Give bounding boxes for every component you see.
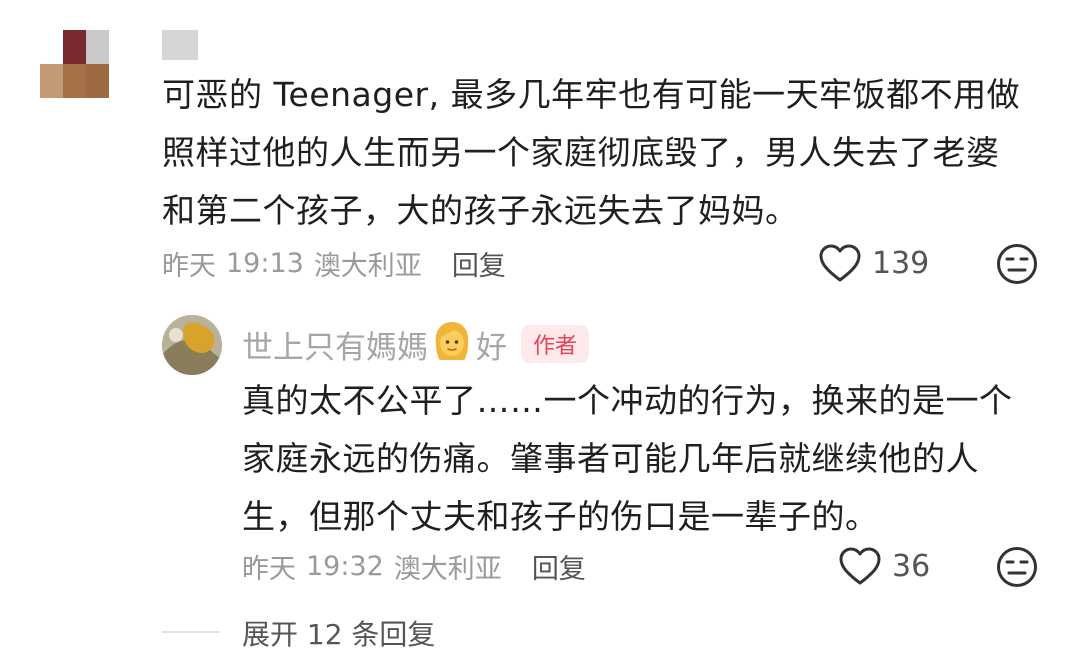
comment-text-line: 可恶的 Teenager, 最多几年牢也有可能一天牢饭都不用做 bbox=[162, 75, 1021, 114]
comment-region: 澳大利亚 bbox=[313, 251, 422, 282]
commenter-username-redacted[interactable] bbox=[162, 30, 198, 60]
reply-author-name[interactable]: 世上只有媽媽 bbox=[242, 322, 428, 367]
heart-outline-icon bbox=[819, 244, 861, 282]
neutral-face-icon bbox=[997, 244, 1037, 284]
commenter-avatar[interactable] bbox=[40, 30, 132, 98]
heart-outline-icon bbox=[839, 547, 881, 585]
reply-to-reply-button[interactable]: 回复 bbox=[532, 547, 586, 586]
expand-replies-button[interactable]: 展开 12 条回复 bbox=[242, 613, 435, 653]
reply-dislike-button[interactable] bbox=[996, 546, 1038, 592]
author-badge: 作者 bbox=[521, 325, 590, 363]
expand-divider bbox=[162, 631, 220, 633]
comment-date: 昨天 bbox=[162, 251, 216, 282]
reply-author-avatar[interactable] bbox=[162, 315, 222, 375]
neutral-face-icon bbox=[997, 547, 1037, 587]
reply-text-line: 真的太不公平了……一个冲动的行为，换来的是一个 bbox=[242, 381, 1013, 420]
reply-like-button[interactable]: 36 bbox=[838, 546, 930, 586]
comment-text-line: 和第二个孩子，大的孩子永远失去了妈妈。 bbox=[162, 191, 799, 230]
avatar-photo bbox=[162, 315, 222, 375]
comment-dislike-button[interactable] bbox=[996, 243, 1038, 289]
reply-text: 真的太不公平了……一个冲动的行为，换来的是一个 家庭永远的伤痛。肇事者可能几年后… bbox=[242, 372, 1042, 546]
comment-meta: 昨天 19:13 澳大利亚 回复 bbox=[162, 244, 506, 283]
like-count: 36 bbox=[892, 548, 931, 584]
woman-face-emoji bbox=[430, 318, 474, 370]
reply-author-name-suffix[interactable]: 好 bbox=[476, 322, 507, 367]
comment-time: 19:13 bbox=[226, 248, 304, 279]
comment-text-line: 照样过他的人生而另一个家庭彻底毁了，男人失去了老婆 bbox=[162, 133, 1000, 172]
reply-region: 澳大利亚 bbox=[393, 554, 502, 585]
reply-text-line: 生，但那个丈夫和孩子的伤口是一辈子的。 bbox=[242, 497, 879, 536]
like-count: 139 bbox=[872, 245, 930, 281]
reply-author-row: 世上只有媽媽 好 作者 bbox=[242, 318, 590, 370]
reply-button[interactable]: 回复 bbox=[452, 244, 506, 283]
reply-meta: 昨天 19:32 澳大利亚 回复 bbox=[242, 547, 586, 586]
comment-like-button[interactable]: 139 bbox=[818, 243, 929, 283]
reply-date: 昨天 bbox=[242, 554, 296, 585]
reply-time: 19:32 bbox=[306, 551, 384, 582]
reply-text-line: 家庭永远的伤痛。肇事者可能几年后就继续他的人 bbox=[242, 439, 979, 478]
comment-text: 可恶的 Teenager, 最多几年牢也有可能一天牢饭都不用做 照样过他的人生而… bbox=[162, 66, 1042, 240]
